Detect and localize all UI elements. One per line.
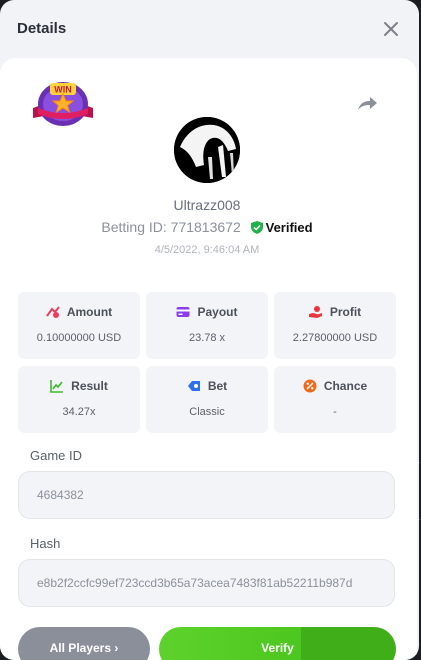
betting-id-line: Betting ID: 771813672 Verified: [0, 219, 414, 235]
stat-amount-label: Amount: [66, 305, 113, 319]
close-icon[interactable]: [382, 20, 400, 38]
stat-profit-label: Profit: [329, 305, 362, 319]
bet-timestamp: 4/5/2022, 9:46:04 AM: [154, 244, 260, 256]
stat-profit-value: 2.27800000 USD: [292, 332, 378, 344]
stat-bet: Bet Classic: [146, 366, 268, 433]
stat-result-value: 34.27x: [62, 406, 96, 418]
stat-amount-value: 0.10000000 USD: [36, 332, 122, 344]
stat-profit: Profit 2.27800000 USD: [274, 292, 396, 359]
verified-shield-icon: [250, 221, 263, 234]
bet-tag-icon: [187, 381, 200, 391]
betting-id-value: 771813672: [170, 219, 241, 235]
details-modal: Details WIN Ultrazz008 Betting ID: 77181…: [0, 0, 419, 660]
amount-icon: [46, 306, 60, 318]
all-players-button[interactable]: All Players ›: [18, 627, 150, 660]
verified-label: Verified: [265, 220, 313, 235]
avatar[interactable]: [174, 117, 240, 183]
share-arrow-icon[interactable]: [356, 94, 378, 112]
game-id-field[interactable]: 4684382: [18, 471, 395, 519]
stat-chance-value: -: [333, 406, 337, 418]
hash-field[interactable]: e8b2f2ccfc99ef723ccd3b65a73acea7483f81ab…: [18, 559, 395, 607]
win-badge-icon: WIN: [33, 82, 93, 126]
modal-header: Details: [0, 0, 419, 58]
profit-hand-icon: [308, 306, 322, 318]
chance-percent-icon: [303, 379, 317, 393]
stat-amount: Amount 0.10000000 USD: [18, 292, 140, 359]
username: Ultrazz008: [173, 197, 241, 213]
stat-result-label: Result: [71, 379, 108, 393]
avatar-image: [174, 117, 240, 183]
stat-bet-value: Classic: [189, 406, 225, 418]
hash-label: Hash: [30, 536, 61, 551]
stat-payout-label: Payout: [197, 305, 238, 319]
stat-result: Result 34.27x: [18, 366, 140, 433]
verify-button[interactable]: Verify: [159, 627, 396, 660]
result-chart-icon: [50, 380, 64, 393]
stat-bet-label: Bet: [207, 379, 228, 393]
stat-chance-label: Chance: [323, 379, 368, 393]
modal-title: Details: [17, 20, 67, 37]
stat-payout: Payout 23.78 x: [146, 292, 268, 359]
stat-chance: Chance -: [274, 366, 396, 433]
payout-card-icon: [176, 307, 190, 317]
game-id-label: Game ID: [30, 448, 83, 463]
stat-payout-value: 23.78 x: [188, 332, 226, 344]
betting-id-label: Betting ID:: [101, 219, 167, 235]
